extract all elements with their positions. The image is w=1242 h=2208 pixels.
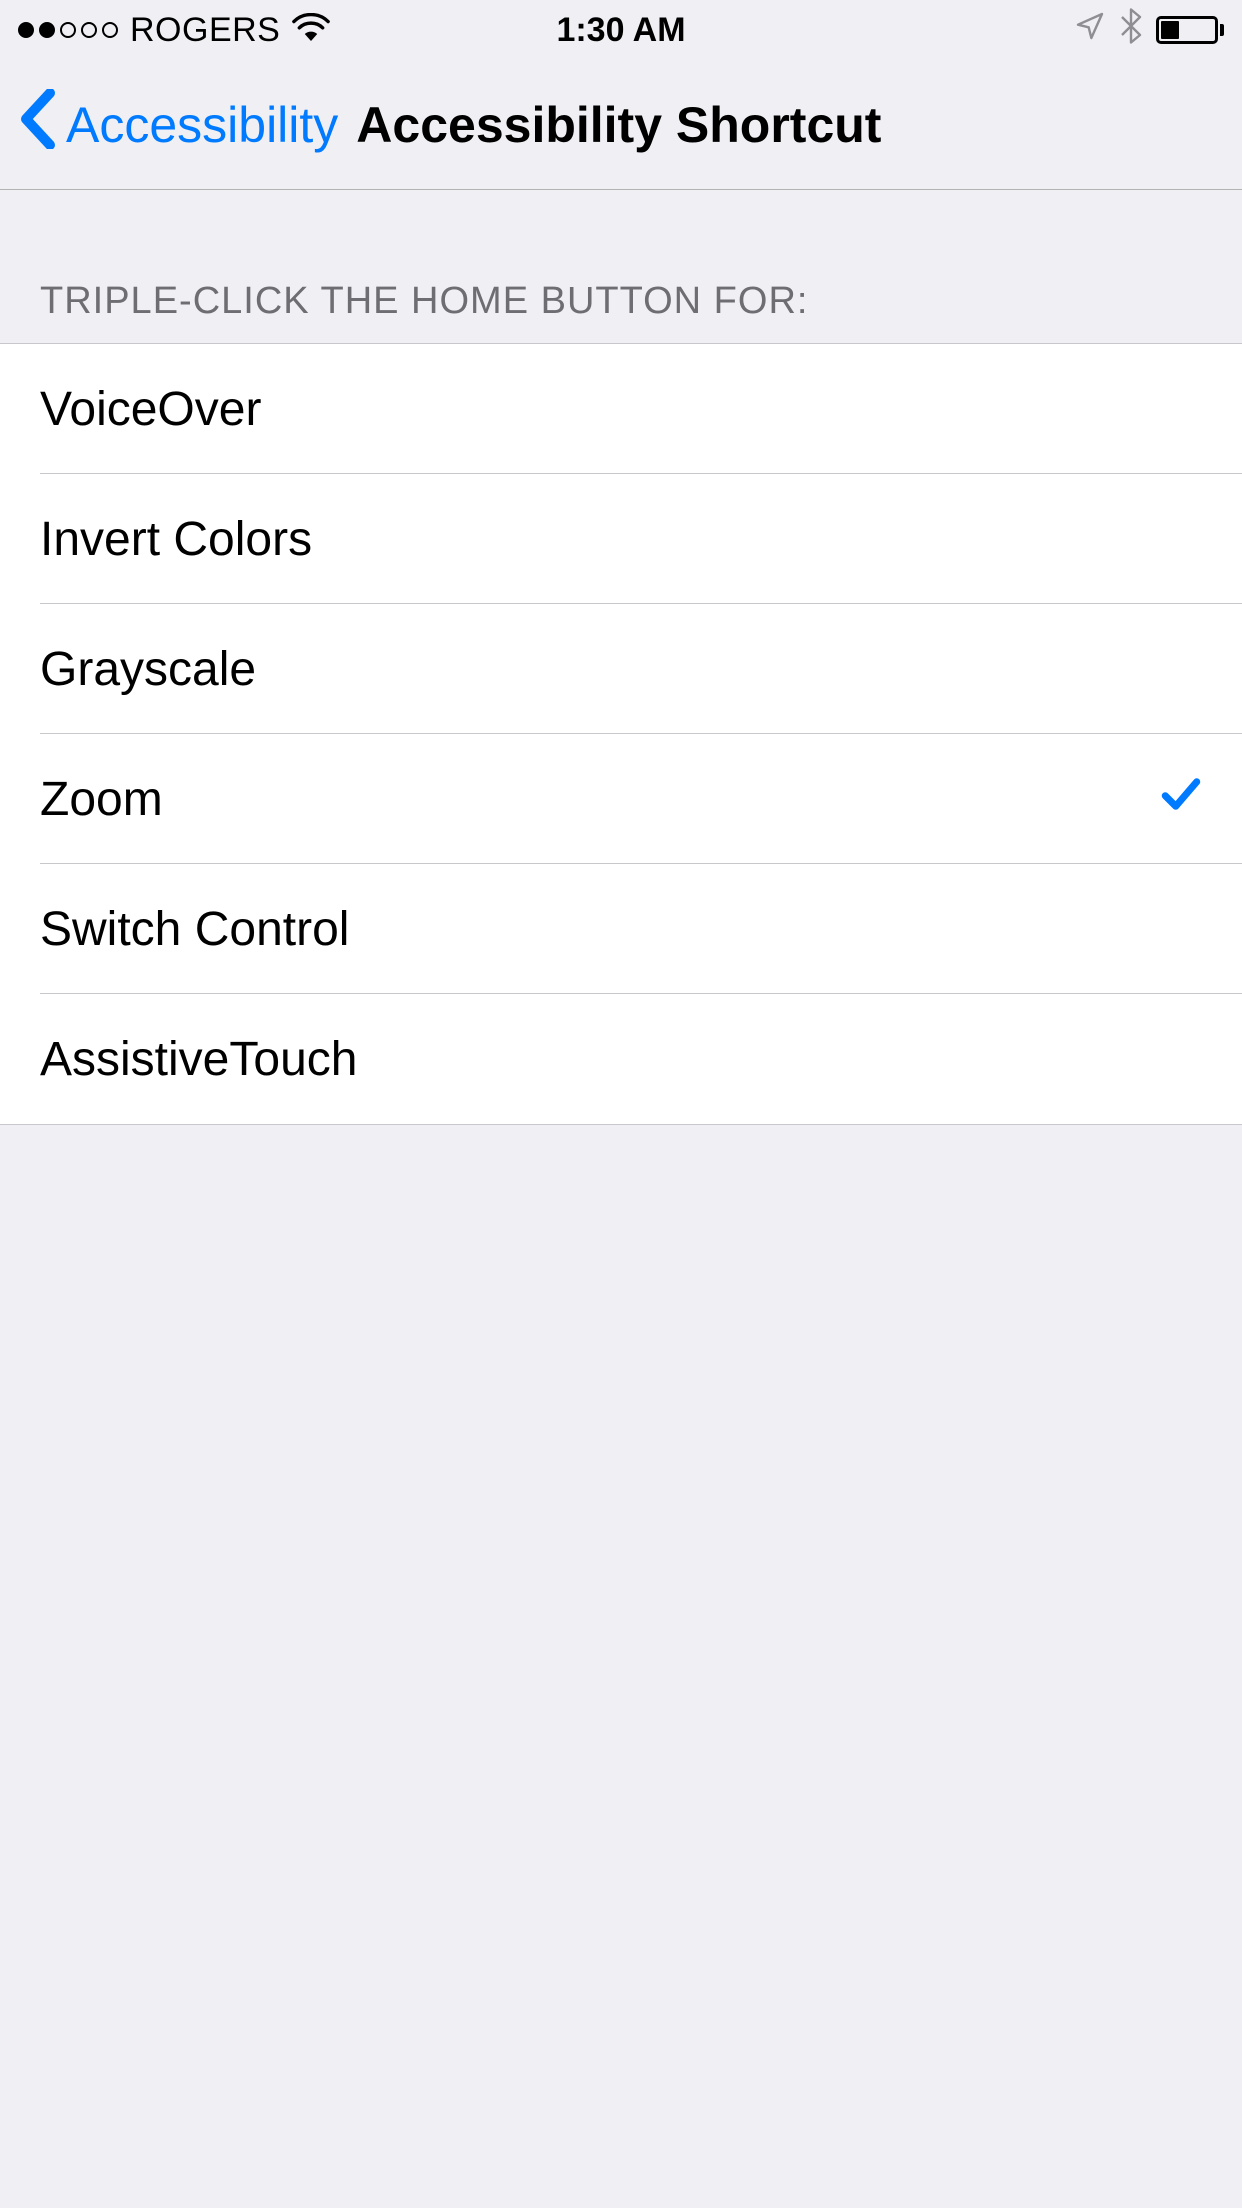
option-zoom[interactable]: Zoom <box>0 734 1242 864</box>
battery-icon <box>1156 16 1224 44</box>
option-label: Grayscale <box>40 642 256 697</box>
back-label: Accessibility <box>66 96 338 154</box>
options-list: VoiceOver Invert Colors Grayscale Zoom <box>0 343 1242 1125</box>
wifi-icon <box>292 11 330 50</box>
carrier-label: ROGERS <box>130 11 280 50</box>
option-switch-control[interactable]: Switch Control <box>0 864 1242 994</box>
nav-bar: Accessibility Accessibility Shortcut <box>0 60 1242 190</box>
option-label: Switch Control <box>40 902 349 957</box>
status-right <box>1074 8 1224 53</box>
status-bar: ROGERS 1:30 AM <box>0 0 1242 60</box>
signal-strength-icon <box>18 22 118 38</box>
option-invert-colors[interactable]: Invert Colors <box>0 474 1242 604</box>
option-label: Invert Colors <box>40 512 312 567</box>
back-button[interactable]: Accessibility <box>20 89 338 161</box>
bluetooth-icon <box>1120 8 1142 53</box>
section-header: TRIPLE-CLICK THE HOME BUTTON FOR: <box>0 190 1242 343</box>
option-label: Zoom <box>40 772 163 827</box>
checkmark-icon <box>1160 772 1202 827</box>
status-time: 1:30 AM <box>556 11 685 50</box>
option-label: AssistiveTouch <box>40 1032 357 1087</box>
status-left: ROGERS <box>18 11 330 50</box>
option-voiceover[interactable]: VoiceOver <box>0 344 1242 474</box>
option-assistivetouch[interactable]: AssistiveTouch <box>0 994 1242 1124</box>
content: TRIPLE-CLICK THE HOME BUTTON FOR: VoiceO… <box>0 190 1242 1125</box>
option-grayscale[interactable]: Grayscale <box>0 604 1242 734</box>
page-title: Accessibility Shortcut <box>356 96 881 154</box>
option-label: VoiceOver <box>40 382 261 437</box>
location-icon <box>1074 10 1106 51</box>
chevron-left-icon <box>20 89 56 161</box>
